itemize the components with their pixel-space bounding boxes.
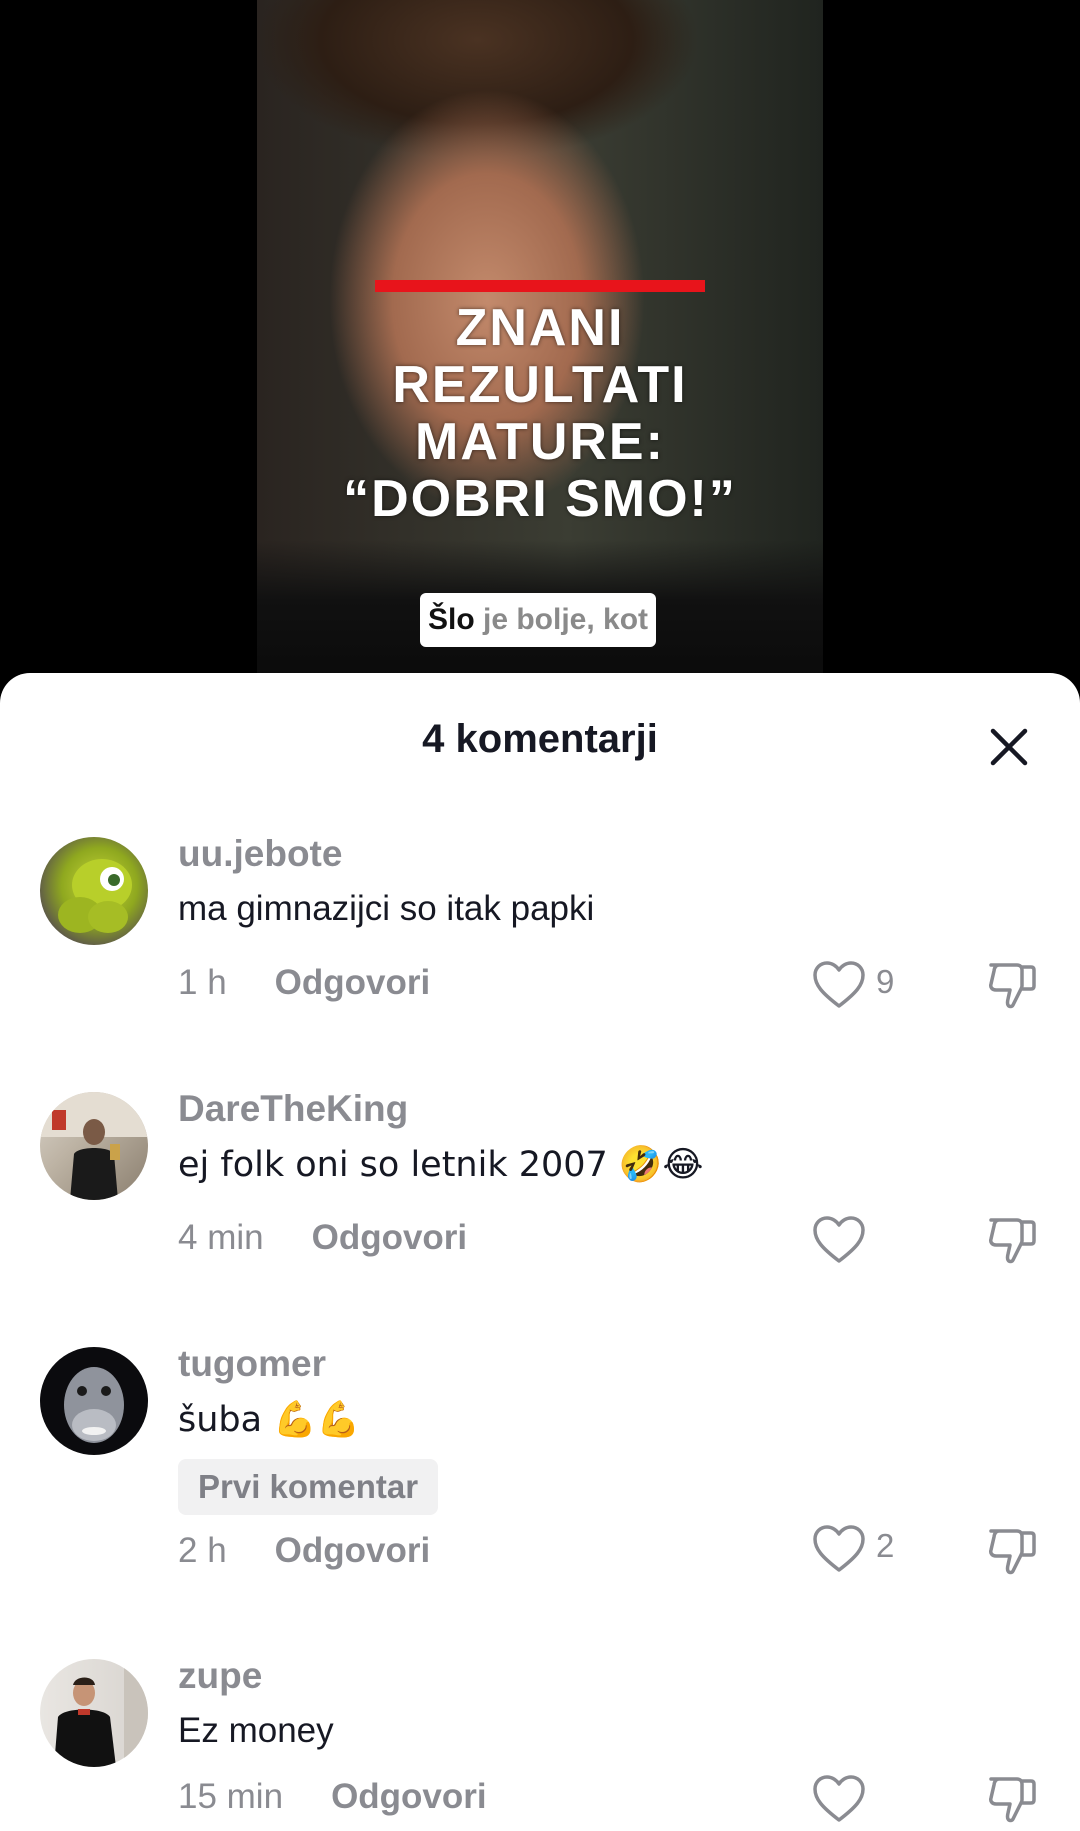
comment-time: 1 h [178,963,227,1002]
comment-item: tugomer šuba 💪💪 Prvi komentar 2 h Odgovor… [0,1343,1080,1603]
avatar-image [54,1659,148,1767]
avatar-image [64,1367,124,1443]
headline-line: MATURE: [415,413,665,471]
heart-outline-icon [813,1775,865,1822]
comment-time: 4 min [178,1218,264,1257]
comment-meta: 4 min Odgovori [178,1218,467,1258]
comment-text: ma gimnazijci so itak papki [178,889,595,928]
comment-text: Ez money [178,1711,334,1750]
comment-item: DareTheKing ej folk oni so letnik 2007 🤣… [0,1088,1080,1288]
dislike-button[interactable] [985,957,1039,1011]
close-button[interactable] [985,723,1033,771]
headline-line: REZULTATI [392,356,688,414]
comment-text-content: šuba 💪💪 [178,1400,361,1440]
thumbs-down-outline-icon [989,963,1036,1009]
video-player[interactable]: ZNANI REZULTATI MATURE: “DOBRI SMO!” Šlo… [0,0,1080,700]
thumbs-down-outline-icon [989,1777,1036,1823]
like-count: 9 [876,963,895,1000]
reply-button[interactable]: Odgovori [275,1531,431,1571]
like-button[interactable] [812,1210,902,1270]
comments-sheet: 4 komentarji uu.jebote ma gimnazijci so … [0,673,1080,1831]
dislike-button[interactable] [985,1212,1039,1266]
avatar-image [40,1092,148,1200]
comment-username[interactable]: tugomer [178,1343,326,1385]
comment-item: zupe Ez money 15 min Odgovori [0,1655,1080,1831]
like-button[interactable]: 2 [812,1519,902,1579]
caption-highlight: Šlo [428,603,475,636]
reply-button[interactable]: Odgovori [275,963,431,1003]
avatar[interactable] [40,837,148,945]
headline-line: ZNANI [455,299,625,357]
comment-time: 15 min [178,1777,284,1816]
dislike-button[interactable] [985,1771,1039,1825]
thumbs-down-outline-icon [989,1529,1036,1575]
video-caption: Šlo je bolje, kot [420,593,657,647]
comment-item: uu.jebote ma gimnazijci so itak papki 1 … [0,833,1080,1033]
avatar[interactable] [40,1092,148,1200]
caption-rest: je bolje, kot [474,603,649,636]
avatar[interactable] [40,1347,148,1455]
headline-accent-bar [375,280,705,292]
headline-line: “DOBRI SMO!” [343,470,737,528]
like-button[interactable]: 9 [812,955,902,1015]
first-comment-badge: Prvi komentar [178,1459,439,1515]
comment-meta: 15 min Odgovori [178,1777,487,1817]
comment-meta: 2 h Odgovori [178,1531,430,1571]
heart-outline-icon [813,961,865,1008]
comment-username[interactable]: DareTheKing [178,1088,408,1130]
comment-time: 2 h [178,1531,227,1570]
avatar-image [58,859,132,933]
comment-text-content: ej folk oni so letnik 2007 🤣😂 [178,1145,704,1185]
thumbs-down-outline-icon [989,1218,1036,1264]
comment-text: šuba 💪💪 [178,1399,360,1440]
comment-meta: 1 h Odgovori [178,963,430,1003]
video-headline: ZNANI REZULTATI MATURE: “DOBRI SMO!” [257,300,823,528]
comment-username[interactable]: uu.jebote [178,833,342,875]
close-icon [990,728,1028,766]
reply-button[interactable]: Odgovori [312,1218,468,1258]
heart-outline-icon [813,1525,865,1572]
avatar[interactable] [40,1659,148,1767]
like-count: 2 [876,1527,895,1564]
comment-username[interactable]: zupe [178,1655,262,1697]
like-button[interactable] [812,1769,902,1829]
comment-text: ej folk oni so letnik 2007 🤣😂 [178,1144,703,1185]
comments-count-title: 4 komentarji [422,717,658,761]
reply-button[interactable]: Odgovori [331,1777,487,1817]
heart-outline-icon [813,1216,865,1263]
dislike-button[interactable] [985,1523,1039,1577]
